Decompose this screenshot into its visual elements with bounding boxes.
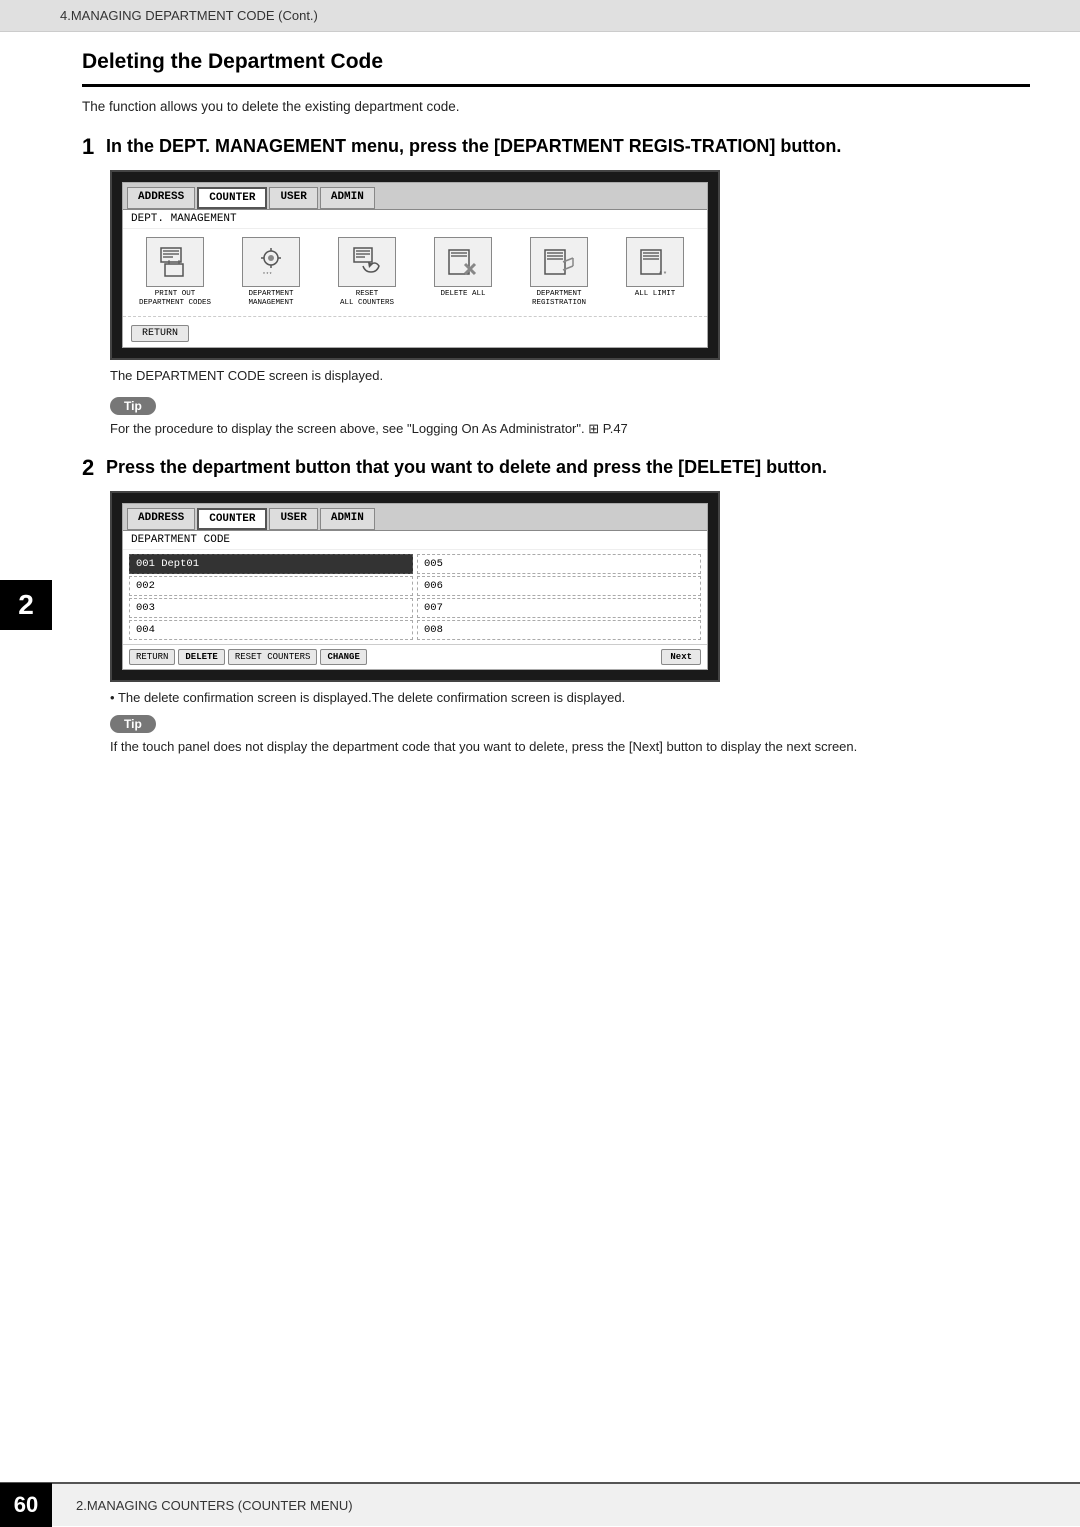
- delete-btn[interactable]: DELETE: [178, 649, 224, 665]
- tab-user-2[interactable]: USER: [269, 508, 317, 530]
- icon3-label: RESETALL COUNTERS: [340, 290, 394, 308]
- icon-print-dept[interactable]: PRINT OUTDEPARTMENT CODES: [136, 237, 214, 308]
- icon1-label: PRINT OUTDEPARTMENT CODES: [139, 290, 211, 308]
- dept-004[interactable]: 004: [129, 620, 413, 640]
- step2-text: Press the department button that you wan…: [106, 455, 827, 479]
- dept-007[interactable]: 007: [417, 598, 701, 618]
- tab-admin-1[interactable]: ADMIN: [320, 187, 375, 209]
- dept-006[interactable]: 006: [417, 576, 701, 596]
- icon-dept-mgmt[interactable]: * * * DEPARTMENTMANAGEMENT: [232, 237, 310, 308]
- svg-text:* * *: * * *: [263, 272, 272, 278]
- intro-text: The function allows you to delete the ex…: [82, 99, 1030, 114]
- step1-text: In the DEPT. MANAGEMENT menu, press the …: [106, 134, 841, 158]
- dept-001[interactable]: 001 Dept01: [129, 554, 413, 574]
- tab-address-2[interactable]: ADDRESS: [127, 508, 195, 530]
- step2-note: • The delete confirmation screen is disp…: [110, 690, 1030, 705]
- dept-003[interactable]: 003: [129, 598, 413, 618]
- screen2-label: DEPARTMENT CODE: [123, 531, 707, 550]
- step2-number: 2: [82, 455, 100, 481]
- tip1-text: For the procedure to display the screen …: [110, 421, 1030, 437]
- dept-005[interactable]: 005: [417, 554, 701, 574]
- screen-mockup-1: ADDRESS COUNTER USER ADMIN DEPT. MANAGEM…: [110, 170, 720, 360]
- step1-container: 1 In the DEPT. MANAGEMENT menu, press th…: [82, 134, 1030, 383]
- icon4-label: DELETE ALL: [440, 290, 485, 299]
- screen-mockup-2: ADDRESS COUNTER USER ADMIN DEPARTMENT CO…: [110, 491, 720, 682]
- step1-number: 1: [82, 134, 100, 160]
- step1-note: The DEPARTMENT CODE screen is displayed.: [110, 368, 1030, 383]
- icon6-label: ALL LIMIT: [635, 290, 676, 299]
- step2-sidebar-marker: 2: [0, 580, 52, 630]
- tab-admin-2[interactable]: ADMIN: [320, 508, 375, 530]
- icon-dept-reg[interactable]: DEPARTMENTREGISTRATION: [520, 237, 598, 308]
- bottom-page-num: 60: [0, 1483, 52, 1527]
- tip2-text: If the touch panel does not display the …: [110, 739, 1030, 754]
- breadcrumb: 4.MANAGING DEPARTMENT CODE (Cont.): [60, 8, 318, 23]
- tab-user-1[interactable]: USER: [269, 187, 317, 209]
- icon2-label: DEPARTMENTMANAGEMENT: [248, 290, 293, 308]
- svg-text:* *: * *: [659, 271, 667, 278]
- icon-all-limit[interactable]: * * ALL LIMIT: [616, 237, 694, 308]
- tab-address-1[interactable]: ADDRESS: [127, 187, 195, 209]
- tip1-box: Tip For the procedure to display the scr…: [110, 397, 1030, 437]
- icon5-label: DEPARTMENTREGISTRATION: [532, 290, 586, 308]
- return-btn-1[interactable]: RETURN: [131, 325, 189, 342]
- dept-002[interactable]: 002: [129, 576, 413, 596]
- bottom-bar: 60 2.MANAGING COUNTERS (COUNTER MENU): [0, 1482, 1080, 1526]
- screen1-label: DEPT. MANAGEMENT: [123, 210, 707, 229]
- section-title: Deleting the Department Code: [82, 50, 1030, 87]
- change-btn[interactable]: CHANGE: [320, 649, 366, 665]
- next-btn[interactable]: Next: [661, 649, 701, 665]
- tab-counter-2[interactable]: COUNTER: [197, 508, 267, 530]
- tip2-box: Tip If the touch panel does not display …: [110, 715, 1030, 754]
- tip1-badge: Tip: [110, 397, 156, 415]
- icon-delete-all[interactable]: DELETE ALL: [424, 237, 502, 308]
- tip2-badge: Tip: [110, 715, 156, 733]
- tab-counter-1[interactable]: COUNTER: [197, 187, 267, 209]
- return-btn-2[interactable]: RETURN: [129, 649, 175, 665]
- dept-008[interactable]: 008: [417, 620, 701, 640]
- step2-container: 2 Press the department button that you w…: [82, 455, 1030, 705]
- icon-reset-counters[interactable]: RESETALL COUNTERS: [328, 237, 406, 308]
- bottom-label: 2.MANAGING COUNTERS (COUNTER MENU): [76, 1498, 353, 1513]
- reset-counters-btn[interactable]: RESET COUNTERS: [228, 649, 318, 665]
